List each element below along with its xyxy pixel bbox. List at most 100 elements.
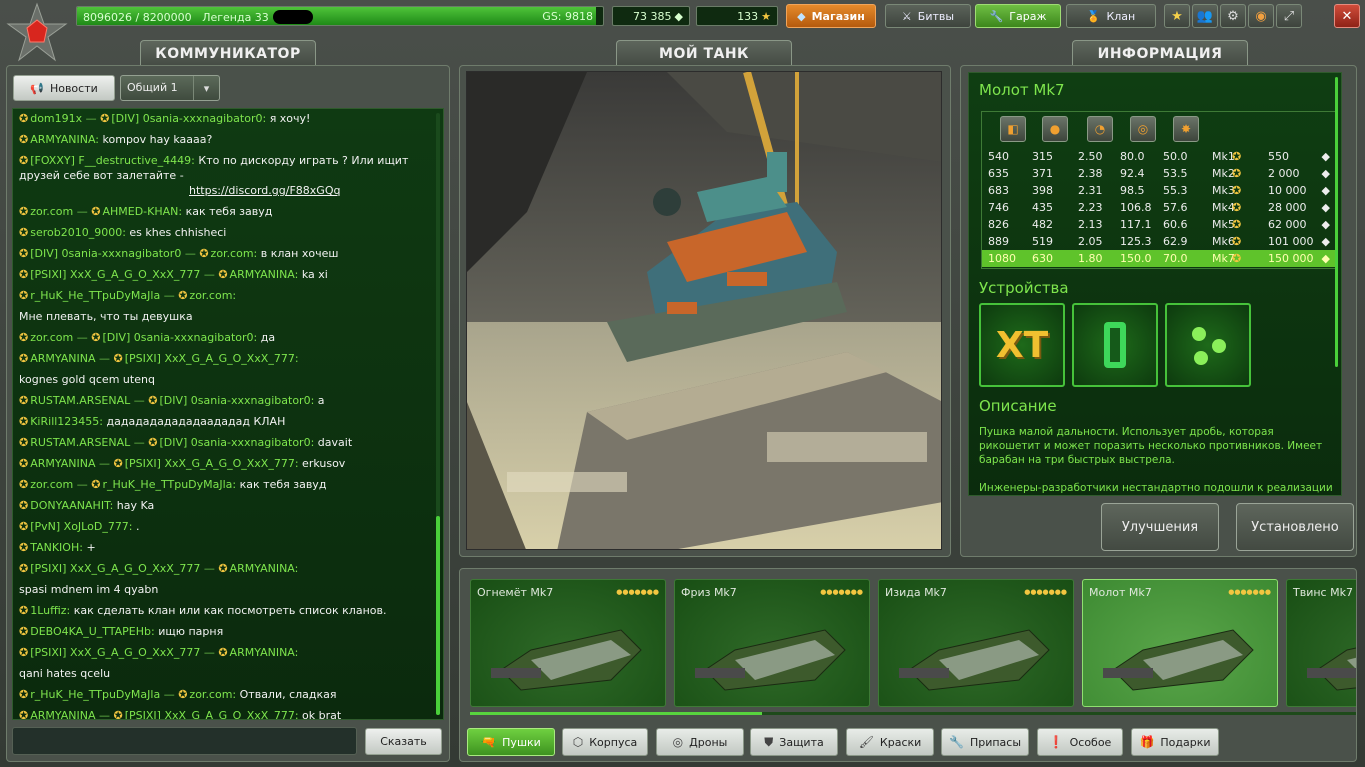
chat-recipient[interactable]: AHMED-KHAN: — [102, 205, 182, 218]
chat-nickname[interactable]: [PSIXI] XxX_G_A_G_O_XxX_777 — [30, 268, 200, 281]
stats-row[interactable]: 540 315 2.50 80.0 50.0 Mk1 550 ✪ ◆ — [982, 148, 1336, 165]
installed-button: Установлено — [1236, 503, 1354, 551]
chat-recipient[interactable]: [PSIXI] XxX_G_A_G_O_XxX_777: — [125, 352, 299, 365]
chat-nickname[interactable]: DEBO4KA_U_TTAPEHb: — [30, 625, 155, 638]
chat-input[interactable] — [12, 727, 357, 755]
chat-nickname[interactable]: ARMYANINA — [30, 352, 95, 365]
tank-preview[interactable] — [466, 71, 942, 550]
chat-recipient[interactable]: [DIV] 0sania-xxxnagibator0: — [102, 331, 257, 344]
chat-nickname[interactable]: DONYAANAHIT: — [30, 499, 113, 512]
chat-recipient[interactable]: [DIV] 0sania-xxxnagibator0: — [159, 394, 314, 407]
chat-text: erkusov — [302, 457, 346, 470]
friends-icon[interactable]: 👥 — [1192, 4, 1218, 28]
category-2[interactable]: ◎ Дроны — [656, 728, 744, 756]
stats-row[interactable]: 826 482 2.13 117.1 60.6 Mk5 62 000 ✪ ◆ — [982, 216, 1336, 233]
category-6[interactable]: ❗ Особое — [1037, 728, 1123, 756]
rank-icon: ✪ — [19, 709, 29, 720]
chat-nickname[interactable]: zor.com — [30, 331, 73, 344]
stats-row[interactable]: 683 398 2.31 98.5 55.3 Mk3 10 000 ✪ ◆ — [982, 182, 1336, 199]
fullscreen-icon[interactable]: ⤢ — [1276, 4, 1302, 28]
chat-recipient[interactable]: zor.com: — [189, 688, 236, 701]
info-scrollbar[interactable] — [1335, 77, 1338, 367]
category-5[interactable]: 🔧 Припасы — [941, 728, 1029, 756]
chat-nickname[interactable]: ARMYANINA — [30, 457, 95, 470]
chat-recipient[interactable]: [PSIXI] XxX_G_A_G_O_XxX_777: — [125, 457, 299, 470]
item-card[interactable]: Молот Mk7 ●●●●●●● — [1082, 579, 1278, 707]
item-card[interactable]: Твинс Mk7●●●●●●● — [1286, 579, 1356, 707]
category-0[interactable]: 🔫 Пушки — [467, 728, 555, 756]
tab-my-tank[interactable]: МОЙ ТАНК — [616, 40, 792, 66]
chat-recipient[interactable]: ARMYANINA: — [230, 562, 299, 575]
chat-log[interactable]: ✪ dom191x — ✪ [DIV] 0sania-xxxnagibator0: … — [12, 108, 444, 720]
chat-nickname[interactable]: r_HuK_He_TTpuDyMaJla — [30, 688, 160, 701]
item-card[interactable]: Фриз Mk7 ●●●●●●● — [674, 579, 870, 707]
chat-recipient[interactable]: ARMYANINA: — [230, 646, 299, 659]
items-scrollbar-thumb[interactable] — [470, 712, 763, 715]
chat-recipient[interactable]: ARMYANINA: — [230, 268, 299, 281]
chat-nickname[interactable]: zor.com — [30, 478, 73, 491]
rank-icon: ✪ — [178, 688, 188, 701]
chat-recipient[interactable]: [DIV] 0sania-xxxnagibator0: — [111, 112, 266, 125]
chat-link[interactable]: https://discord.gg/F88xGQq — [189, 184, 340, 197]
chat-text: Мне плевать, что ты девушка — [19, 310, 193, 323]
device-drum-icon[interactable] — [1072, 303, 1158, 387]
category-7[interactable]: 🎁 Подарки — [1131, 728, 1219, 756]
garage-button[interactable]: 🔧 Гараж — [975, 4, 1061, 28]
tab-information[interactable]: ИНФОРМАЦИЯ — [1072, 40, 1248, 66]
chat-recipient[interactable]: [DIV] 0sania-xxxnagibator0: — [159, 436, 314, 449]
device-shot-icon[interactable] — [1165, 303, 1251, 387]
chat-nickname[interactable]: 1Luffiz: — [30, 604, 70, 617]
stats-row[interactable]: 1080 630 1.80 150.0 70.0 Mk7 150 000 ✪ ◆ — [982, 250, 1336, 267]
category-4[interactable]: 🖌 Краски — [846, 728, 934, 756]
chat-nickname[interactable]: zor.com — [30, 205, 73, 218]
chat-nickname[interactable]: [PvN] XoJLoD_777: — [30, 520, 132, 533]
chat-recipient[interactable]: r_HuK_He_TTpuDyMaJla: — [102, 478, 236, 491]
rank-icon: ✪ — [19, 154, 29, 167]
news-button[interactable]: 📢 Новости — [13, 75, 115, 101]
item-card[interactable]: Изида Mk7 ●●●●●●● — [878, 579, 1074, 707]
chat-nickname[interactable]: [PSIXI] XxX_G_A_G_O_XxX_777 — [30, 562, 200, 575]
chat-nickname[interactable]: ARMYANINA — [30, 709, 95, 719]
chat-nickname[interactable]: r_HuK_He_TTpuDyMaJla — [30, 289, 160, 302]
stat-value: 62 000 — [1268, 218, 1307, 231]
battles-button[interactable]: ⚔ Битвы — [885, 4, 971, 28]
chat-nickname[interactable]: KiRill123455: — [30, 415, 103, 428]
stats-row[interactable]: 635 371 2.38 92.4 53.5 Mk2 2 000 ✪ ◆ — [982, 165, 1336, 182]
chat-nickname[interactable]: [DIV] 0sania-xxxnagibator0 — [30, 247, 181, 260]
chat-scrollbar-thumb[interactable] — [436, 516, 440, 715]
stat-value: 746 — [988, 201, 1009, 214]
chat-nickname[interactable]: ARMYANINA: — [30, 133, 99, 146]
chat-recipient[interactable]: zor.com: — [189, 289, 236, 302]
chat-recipient[interactable]: [PSIXI] XxX_G_A_G_O_XxX_777: — [125, 709, 299, 719]
chat-nickname[interactable]: [FOXXY] F__destructive_4449: — [30, 154, 195, 167]
items-scrollbar[interactable] — [470, 712, 1356, 715]
chat-message: kognes gold qcem utenq — [19, 372, 429, 387]
category-3[interactable]: ⛊ Защита — [750, 728, 838, 756]
sound-icon[interactable]: ◉ — [1248, 4, 1274, 28]
chat-nickname[interactable]: TANKIOH: — [30, 541, 83, 554]
clan-button[interactable]: 🏅 Клан — [1066, 4, 1156, 28]
chat-nickname[interactable]: serob2010_9000: — [30, 226, 126, 239]
device-xt[interactable]: XT — [979, 303, 1065, 387]
rank-icon: ✪ — [113, 352, 123, 365]
channel-select[interactable]: Общий 1 ▾ — [120, 75, 220, 101]
item-card[interactable]: Огнемёт Mk7 ●●●●●●● — [470, 579, 666, 707]
shop-button[interactable]: ◆ Магазин — [786, 4, 876, 28]
send-button[interactable]: Сказать — [365, 728, 442, 755]
settings-gear-icon[interactable]: ⚙ — [1220, 4, 1246, 28]
stats-row[interactable]: 746 435 2.23 106.8 57.6 Mk4 28 000 ✪ ◆ — [982, 199, 1336, 216]
chat-recipient[interactable]: zor.com: — [211, 247, 258, 260]
stats-row[interactable]: 889 519 2.05 125.3 62.9 Mk6 101 000 ✪ ◆ — [982, 233, 1336, 250]
chat-nickname[interactable]: RUSTAM.ARSENAL — [30, 394, 130, 407]
chat-nickname[interactable]: [PSIXI] XxX_G_A_G_O_XxX_777 — [30, 646, 200, 659]
chat-nickname[interactable]: RUSTAM.ARSENAL — [30, 436, 130, 449]
tab-communicator[interactable]: КОММУНИКАТОР — [140, 40, 316, 66]
category-1[interactable]: ⬡ Корпуса — [562, 728, 648, 756]
rank-icon: ✪ — [19, 112, 29, 125]
upgrades-button[interactable]: Улучшения — [1101, 503, 1219, 551]
game-logo[interactable] — [4, 2, 70, 64]
chat-nickname[interactable]: dom191x — [30, 112, 82, 125]
chat-scrollbar[interactable] — [436, 113, 440, 715]
close-icon[interactable]: ✕ — [1334, 4, 1360, 28]
favorites-star-icon[interactable]: ★ — [1164, 4, 1190, 28]
